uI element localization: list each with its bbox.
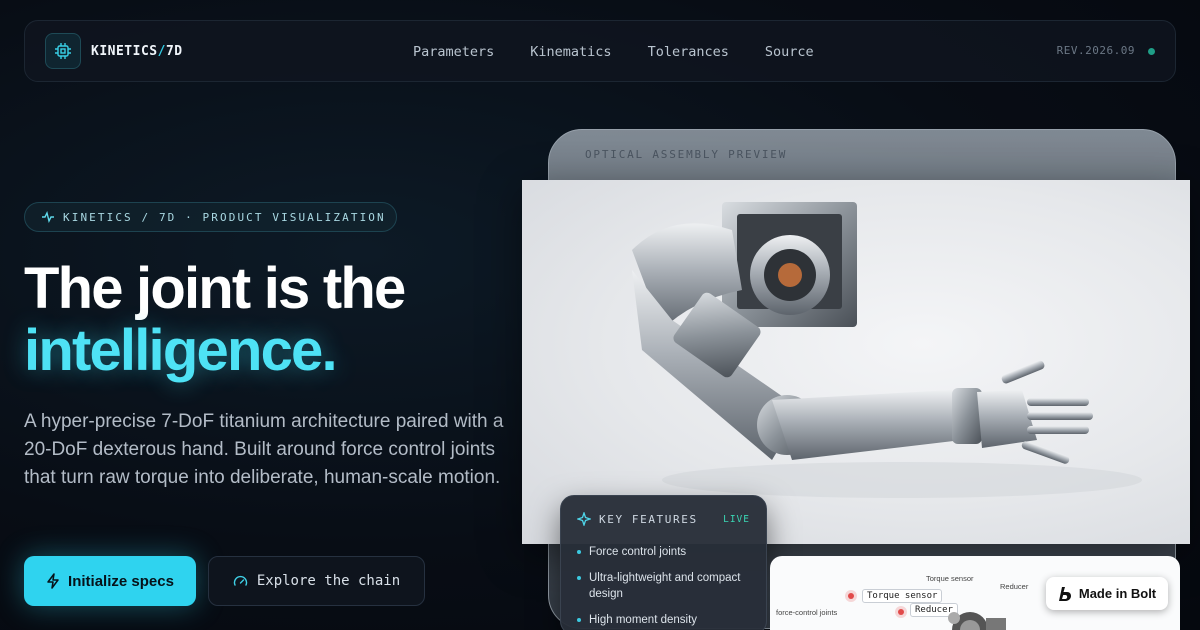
diagram-marker — [898, 609, 904, 615]
features-list: Force control joints Ultra-lightweight a… — [577, 544, 750, 628]
headline-line-1: The joint is the — [24, 256, 406, 321]
explore-chain-label: Explore the chain — [256, 573, 401, 589]
gauge-icon — [233, 575, 248, 586]
chip-logo-icon[interactable] — [45, 33, 81, 69]
brand-prefix: KINETICS — [91, 43, 158, 59]
explore-chain-button[interactable]: Explore the chain — [208, 556, 425, 606]
status-indicator-dot — [1148, 48, 1155, 55]
nav-link-kinematics[interactable]: Kinematics — [530, 44, 611, 60]
feature-item: Force control joints — [577, 544, 750, 560]
diagram-marker — [848, 593, 854, 599]
diagram-label-joints: force-control joints — [776, 608, 838, 617]
top-navigation-bar: KINETICS/7D Parameters Kinematics Tolera… — [24, 20, 1176, 82]
sparkle-icon — [577, 512, 591, 526]
product-badge: KINETICS / 7D · PRODUCT VISUALIZATION — [24, 202, 397, 232]
brand-suffix: 7D — [165, 43, 183, 59]
hero-description: A hyper-precise 7-DoF titanium architect… — [24, 411, 504, 488]
made-in-bolt-badge[interactable]: Made in Bolt — [1046, 577, 1168, 610]
revision-label: REV.2026.09 — [1056, 44, 1135, 57]
key-features-card: KEY FEATURES LIVE Force control joints U… — [560, 495, 767, 630]
nav-link-parameters[interactable]: Parameters — [413, 44, 494, 60]
hero-headline: The joint is the intelligence. — [24, 256, 406, 383]
lightning-icon — [47, 573, 59, 589]
diagram-label-torque: Torque sensor — [926, 574, 974, 583]
brand-slash: / — [157, 43, 166, 59]
joint-cutaway-icon — [948, 612, 1006, 630]
brand-name[interactable]: KINETICS/7D — [91, 44, 183, 59]
nav-link-tolerances[interactable]: Tolerances — [648, 44, 729, 60]
back-panel-label: OPTICAL ASSEMBLY PREVIEW — [585, 148, 788, 161]
diagram-label-reducer: Reducer — [1000, 582, 1029, 591]
bolt-logo-icon — [1058, 586, 1071, 601]
live-status-badge: LIVE — [723, 514, 750, 525]
robot-arm-image — [522, 180, 1190, 544]
initialize-specs-label: Initialize specs — [68, 572, 174, 590]
feature-item: High moment density — [577, 612, 750, 628]
made-in-bolt-label: Made in Bolt — [1078, 586, 1157, 601]
pulse-icon — [42, 210, 54, 224]
nav-link-source[interactable]: Source — [765, 44, 814, 60]
feature-item: Ultra-lightweight and compact design — [577, 570, 750, 602]
nav-links: Parameters Kinematics Tolerances Source — [413, 21, 814, 83]
headline-line-2: intelligence. — [24, 318, 338, 383]
initialize-specs-button[interactable]: Initialize specs — [24, 556, 196, 606]
diagram-tag-torque: Torque sensor — [862, 589, 943, 603]
badge-text: KINETICS / 7D · PRODUCT VISUALIZATION — [63, 210, 386, 224]
features-title: KEY FEATURES — [599, 512, 698, 526]
